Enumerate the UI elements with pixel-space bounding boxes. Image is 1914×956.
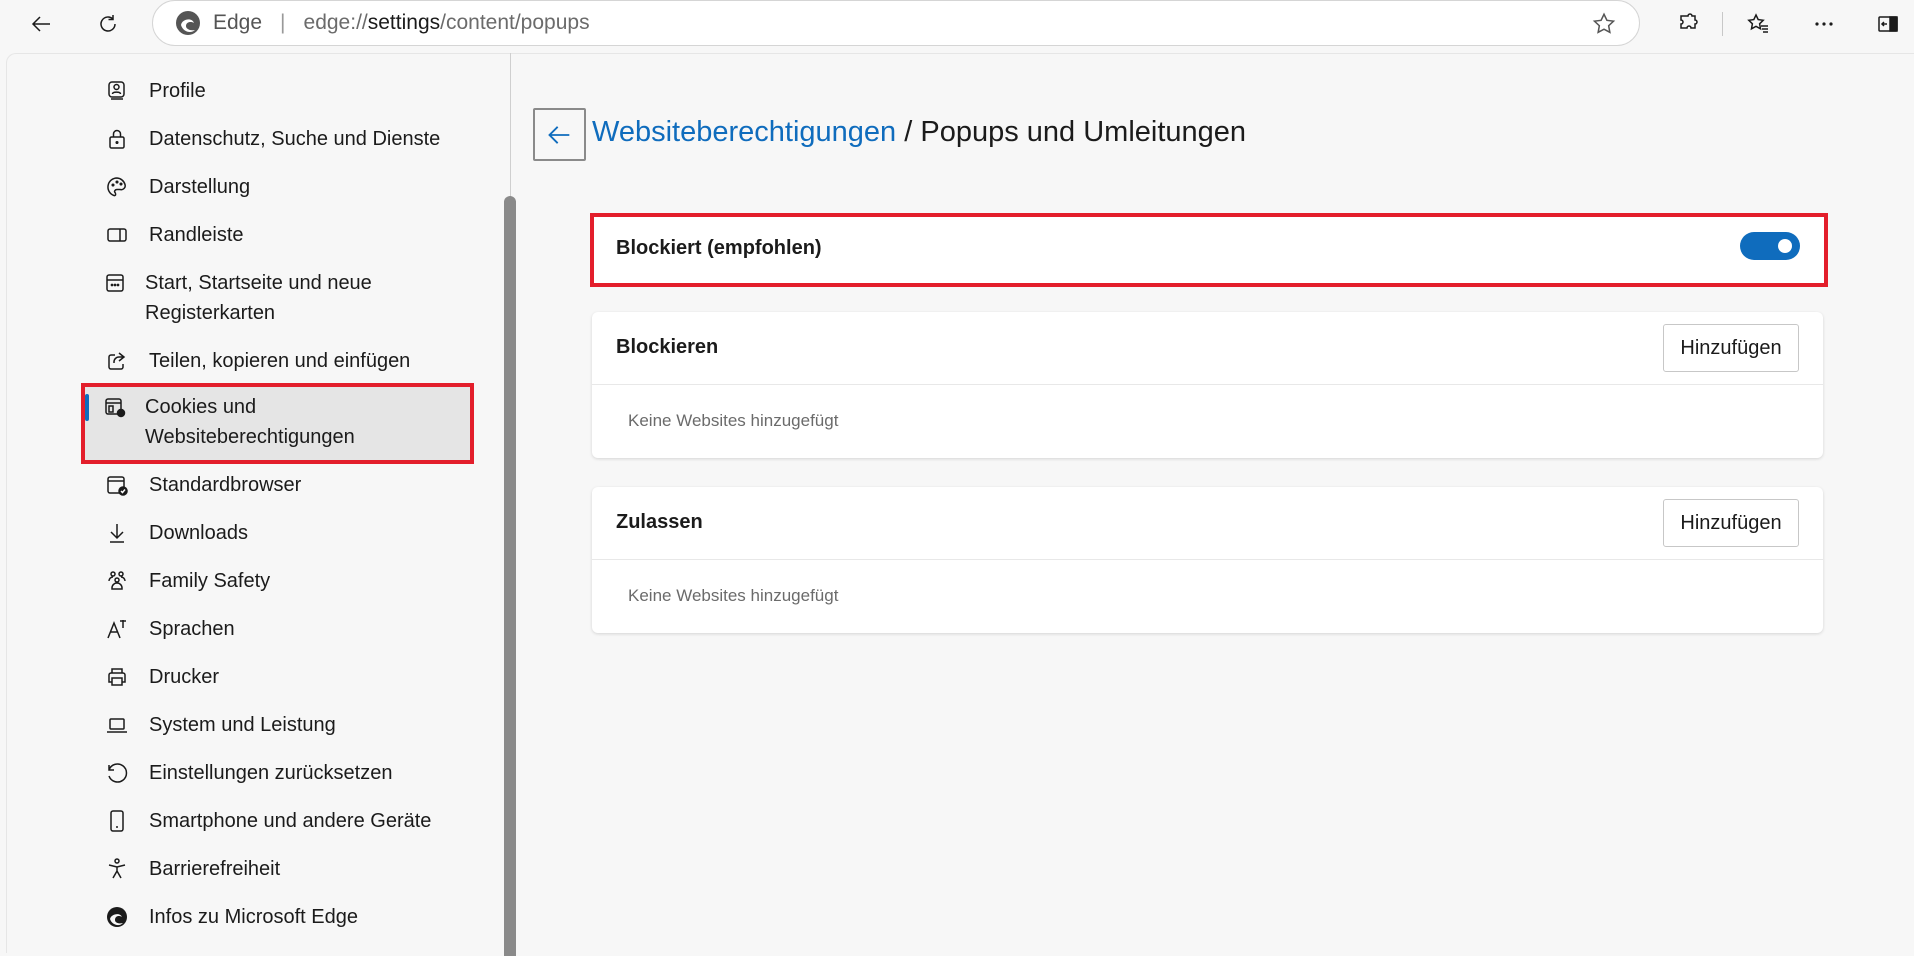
block-list-card: Blockieren Hinzufügen Keine Websites hin… <box>592 312 1823 458</box>
refresh-button[interactable] <box>90 6 126 42</box>
edge-logo-icon <box>103 903 131 931</box>
sidebar-item-start-page[interactable]: Start, Startseite und neue Registerkarte… <box>103 268 403 328</box>
sidebar-item-label: Datenschutz, Suche und Dienste <box>149 128 441 150</box>
settings-sidebar: Profile Datenschutz, Suche und Dienste D… <box>7 53 516 956</box>
sidebar-item-label: Cookies und Websiteberechtigungen <box>145 396 355 448</box>
sidebar-item-languages[interactable]: Sprachen <box>103 614 235 644</box>
site-label: Edge <box>213 11 263 34</box>
sidebar-item-accessibility[interactable]: Barrierefreiheit <box>103 854 280 884</box>
sidebar-item-printer[interactable]: Drucker <box>103 662 219 692</box>
sidebar-item-label: Einstellungen zurücksetzen <box>149 762 393 784</box>
allow-list-card: Zulassen Hinzufügen Keine Websites hinzu… <box>592 487 1823 633</box>
card-divider <box>592 559 1823 560</box>
share-icon <box>103 347 131 375</box>
sidebar-item-share[interactable]: Teilen, kopieren und einfügen <box>103 346 410 376</box>
sidebar-item-privacy[interactable]: Datenschutz, Suche und Dienste <box>103 124 440 154</box>
download-icon <box>103 519 131 547</box>
sidebar-item-label: Drucker <box>149 666 220 688</box>
family-icon <box>103 567 131 595</box>
toolbar-divider <box>1722 12 1723 36</box>
refresh-icon <box>100 15 116 32</box>
allow-list-title: Zulassen <box>616 511 703 533</box>
address-separator: | <box>280 11 286 34</box>
puzzle-icon <box>1680 13 1698 29</box>
blocked-label: Blockiert (empfohlen) <box>616 237 822 259</box>
sidebar-item-system[interactable]: System und Leistung <box>103 710 336 740</box>
sidebar-toggle-icon <box>1878 16 1898 32</box>
blocked-toggle[interactable] <box>1740 232 1800 260</box>
sidebar-item-downloads[interactable]: Downloads <box>103 518 248 548</box>
profile-icon <box>103 77 131 105</box>
default-browser-icon <box>103 471 131 499</box>
breadcrumb-current: / Popups und Umleitungen <box>896 116 1247 148</box>
url-path: /content/popups <box>440 11 590 34</box>
settings-more-button[interactable] <box>1806 6 1842 42</box>
printer-icon <box>103 663 131 691</box>
sidebar-item-label: Smartphone und andere Geräte <box>149 810 432 832</box>
sidebar-item-profile[interactable]: Profile <box>103 76 206 106</box>
extensions-button[interactable] <box>1670 6 1706 42</box>
palette-icon <box>103 173 131 201</box>
sidebar-item-label: Teilen, kopieren und einfügen <box>149 350 411 372</box>
back-to-permissions-button[interactable] <box>533 108 586 161</box>
star-list-icon <box>1747 13 1768 33</box>
sidebar-item-appearance[interactable]: Darstellung <box>103 172 250 202</box>
star-outline-icon[interactable] <box>1591 11 1617 37</box>
sidebar-item-label: Family Safety <box>149 570 271 592</box>
url-scheme: edge:// <box>303 11 368 34</box>
laptop-icon <box>103 711 131 739</box>
sidebar-item-label: System und Leistung <box>149 714 336 736</box>
page-title: Websiteberechtigungen / Popups und Umlei… <box>592 116 1246 149</box>
block-list-title: Blockieren <box>616 336 719 358</box>
phone-icon <box>103 807 131 835</box>
languages-icon <box>103 615 131 643</box>
arrow-left-icon <box>547 125 569 144</box>
reset-icon <box>103 759 131 787</box>
settings-page: Profile Datenschutz, Suche und Dienste D… <box>6 53 1914 956</box>
blocked-setting-row: Blockiert (empfohlen) <box>590 213 1828 287</box>
sidebar-item-label: Randleiste <box>149 224 244 246</box>
empty-list-text: Keine Websites hinzugefügt <box>628 411 839 430</box>
add-allowed-site-button[interactable]: Hinzufügen <box>1663 499 1799 547</box>
address-bar[interactable]: Edge | edge://settings/content/popups <box>152 0 1640 46</box>
toggle-knob <box>1778 239 1792 253</box>
edge-logo-icon <box>176 11 200 35</box>
back-button[interactable] <box>24 6 60 42</box>
sidebar-item-cookies[interactable]: Cookies und Websiteberechtigungen <box>103 392 363 452</box>
sidebar-item-about[interactable]: Infos zu Microsoft Edge <box>103 902 358 932</box>
accessibility-icon <box>103 855 131 883</box>
sidebar-item-default-browser[interactable]: Standardbrowser <box>103 470 301 500</box>
sidebar-item-label: Downloads <box>149 522 248 544</box>
sidebar-item-sidebar[interactable]: Randleiste <box>103 220 244 250</box>
sidebar-item-label: Profile <box>149 80 206 102</box>
browser-toolbar: Edge | edge://settings/content/popups <box>0 0 1914 52</box>
sidebar-scrollbar[interactable] <box>504 196 516 956</box>
sidebar-item-family-safety[interactable]: Family Safety <box>103 566 270 596</box>
sidebar-item-label: Standardbrowser <box>149 474 302 496</box>
breadcrumb-link[interactable]: Websiteberechtigungen <box>592 116 896 148</box>
add-blocked-site-button[interactable]: Hinzufügen <box>1663 324 1799 372</box>
sidebar-item-label: Sprachen <box>149 618 235 640</box>
sidebar-item-label: Infos zu Microsoft Edge <box>149 906 358 928</box>
empty-list-text: Keine Websites hinzugefügt <box>628 586 839 605</box>
arrow-left-icon <box>31 16 50 32</box>
cookies-settings-icon <box>103 393 127 421</box>
lock-icon <box>103 125 131 153</box>
favorites-button[interactable] <box>1740 6 1776 42</box>
active-item-indicator <box>85 394 89 421</box>
sidebar-item-phone[interactable]: Smartphone und andere Geräte <box>103 806 431 836</box>
sidebar-toggle-button[interactable] <box>1870 6 1906 42</box>
sidebar-item-label: Start, Startseite und neue Registerkarte… <box>145 272 372 324</box>
sidebar-item-label: Barrierefreiheit <box>149 858 281 880</box>
more-dots-icon <box>1815 22 1833 26</box>
url-host: settings <box>367 11 441 34</box>
sidebar-item-reset[interactable]: Einstellungen zurücksetzen <box>103 758 392 788</box>
start-page-icon <box>103 269 127 297</box>
sidebar-panel-icon <box>103 221 131 249</box>
sidebar-item-label: Darstellung <box>149 176 251 198</box>
card-divider <box>592 384 1823 385</box>
